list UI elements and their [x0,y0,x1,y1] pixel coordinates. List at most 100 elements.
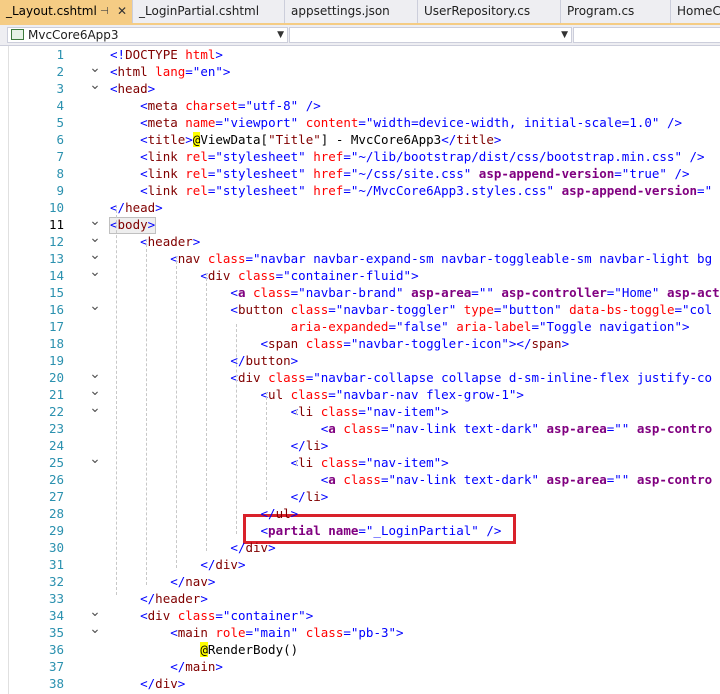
code-line[interactable]: 5 <meta name="viewport" content="width=d… [0,114,720,131]
line-number: 28 [48,506,64,521]
code-line[interactable]: 4 <meta charset="utf-8" /> [0,97,720,114]
code-line[interactable]: 32 </nav> [0,573,720,590]
code-line[interactable]: 34 ⌄ <div class="container"> [0,605,720,624]
code-text: <html lang="en"> [110,64,231,79]
line-number: 38 [48,676,64,691]
code-line[interactable]: 30 </div> [0,539,720,556]
code-line[interactable]: 20 ⌄ <div class="navbar-collapse collapse… [0,367,720,386]
code-line[interactable]: 16 ⌄ <button class="navbar-toggler" type=… [0,299,720,318]
code-line[interactable]: 35 ⌄ <main role="main" class="pb-3"> [0,622,720,641]
code-line[interactable]: 9 <link rel="stylesheet" href="~/MvcCore… [0,182,720,199]
indent-guide [146,239,147,585]
code-line[interactable]: 27 </li> [0,488,720,505]
line-number: 24 [48,438,64,453]
code-text: </nav> [170,574,216,589]
code-editor[interactable]: 1 <!DOCTYPE html> 2 ⌄ <html lang="en"> 3 ⌄ <hea… [0,46,720,694]
tab-homecontroller[interactable]: HomeCo [671,0,720,23]
tab-program-cs[interactable]: Program.cs [561,0,671,23]
code-line[interactable]: 21 ⌄ <ul class="navbar-nav flex-grow-1"> [0,384,720,403]
line-number: 15 [48,285,64,300]
code-text: <link rel="stylesheet" href="~/MvcCore6A… [140,183,713,198]
code-line[interactable]: 14 ⌄ <div class="container-fluid"> [0,265,720,284]
code-line[interactable]: 13 ⌄ <nav class="navbar navbar-expand-sm … [0,248,720,267]
code-line[interactable]: 25 ⌄ <li class="nav-item"> [0,452,720,471]
pin-icon[interactable]: ⊣ [100,0,109,23]
fold-toggle-icon[interactable]: ⌄ [88,265,102,284]
fold-toggle-icon[interactable]: ⌄ [88,622,102,641]
code-text: </button> [230,353,299,368]
code-line[interactable]: 11 ⌄ <body> [0,214,720,233]
code-text: </li> [290,438,329,453]
code-text: </div> [140,676,186,691]
code-line[interactable]: 19 </button> [0,352,720,369]
code-line[interactable]: 18 <span class="navbar-toggler-icon"></s… [0,335,720,352]
code-text: <li class="nav-item"> [290,404,449,419]
tab-label: _LoginPartial.cshtml [139,4,260,18]
line-number: 29 [48,523,64,538]
code-line[interactable]: 31 </div> [0,556,720,573]
code-line[interactable]: 24 </li> [0,437,720,454]
line-number: 5 [56,115,64,130]
fold-toggle-icon[interactable]: ⌄ [88,299,102,318]
line-number: 26 [48,472,64,487]
code-line[interactable]: 6 <title>@ViewData["Title"] - MvcCore6Ap… [0,131,720,148]
code-text: </div> [230,540,276,555]
code-line[interactable]: 23 <a class="nav-link text-dark" asp-are… [0,420,720,437]
code-text: <head> [110,81,156,96]
code-line[interactable]: 2 ⌄ <html lang="en"> [0,61,720,80]
code-line[interactable]: 1 <!DOCTYPE html> [0,46,720,63]
code-line[interactable]: 26 <a class="nav-link text-dark" asp-are… [0,471,720,488]
code-line[interactable]: 22 ⌄ <li class="nav-item"> [0,401,720,420]
code-line[interactable]: 36 @RenderBody() [0,641,720,658]
line-number: 17 [48,319,64,334]
code-line[interactable]: 7 <link rel="stylesheet" href="~/lib/boo… [0,148,720,165]
code-text: <title>@ViewData["Title"] - MvcCore6App3… [140,132,502,147]
scope-dropdown[interactable]: ▼ [289,27,572,43]
fold-toggle-icon[interactable]: ⌄ [88,452,102,471]
code-line[interactable]: 33 </header> [0,590,720,607]
code-line[interactable]: 8 <link rel="stylesheet" href="~/css/sit… [0,165,720,182]
indent-guide [266,392,267,500]
line-number: 2 [56,64,64,79]
line-number: 3 [56,81,64,96]
line-number: 32 [48,574,64,589]
line-number: 36 [48,642,64,657]
tab-label: HomeCo [677,4,720,18]
code-text: <link rel="stylesheet" href="~/css/site.… [140,166,690,181]
line-number: 31 [48,557,64,572]
line-number: 20 [48,370,64,385]
indent-guide [206,273,207,551]
code-text: <!DOCTYPE html> [110,47,223,62]
code-text: <button class="navbar-toggler" type="but… [230,302,713,317]
line-number: 11 [48,217,64,232]
code-text: <div class="container-fluid"> [200,268,419,283]
code-text: <meta charset="utf-8" /> [140,98,321,113]
code-line[interactable]: 10 </head> [0,199,720,216]
line-number: 18 [48,336,64,351]
tab-layout-cshtml[interactable]: _Layout.cshtml ⊣ ✕ [0,0,133,23]
tab-label: appsettings.json [291,4,390,18]
tab-loginpartial-cshtml[interactable]: _LoginPartial.cshtml [133,0,285,23]
fold-toggle-icon[interactable]: ⌄ [88,401,102,420]
indent-guide [296,409,297,415]
member-dropdown[interactable] [573,27,720,43]
code-text: </header> [140,591,208,606]
project-dropdown[interactable]: MvcCore6App3 ▼ [7,27,288,43]
code-line[interactable]: 15 <a class="navbar-brand" asp-area="" a… [0,284,720,301]
code-line[interactable]: 37 </main> [0,658,720,675]
code-text: <meta name="viewport" content="width=dev… [140,115,683,130]
tab-label: _Layout.cshtml [6,4,97,18]
code-line[interactable]: 12 ⌄ <header> [0,231,720,250]
code-line[interactable]: 3 ⌄ <head> [0,78,720,97]
line-number: 34 [48,608,64,623]
code-line[interactable]: 28 </ul> [0,505,720,522]
line-number: 13 [48,251,64,266]
fold-toggle-icon[interactable]: ⌄ [88,78,102,97]
code-line[interactable]: 38 </div> [0,675,720,692]
code-line[interactable]: 17 aria-expanded="false" aria-label="Tog… [0,318,720,335]
line-number: 22 [48,404,64,419]
tab-appsettings-json[interactable]: appsettings.json [285,0,418,23]
code-line[interactable]: 29 <partial name="_LoginPartial" /> [0,522,720,539]
close-icon[interactable]: ✕ [117,0,127,23]
tab-userrepository-cs[interactable]: UserRepository.cs [418,0,561,23]
